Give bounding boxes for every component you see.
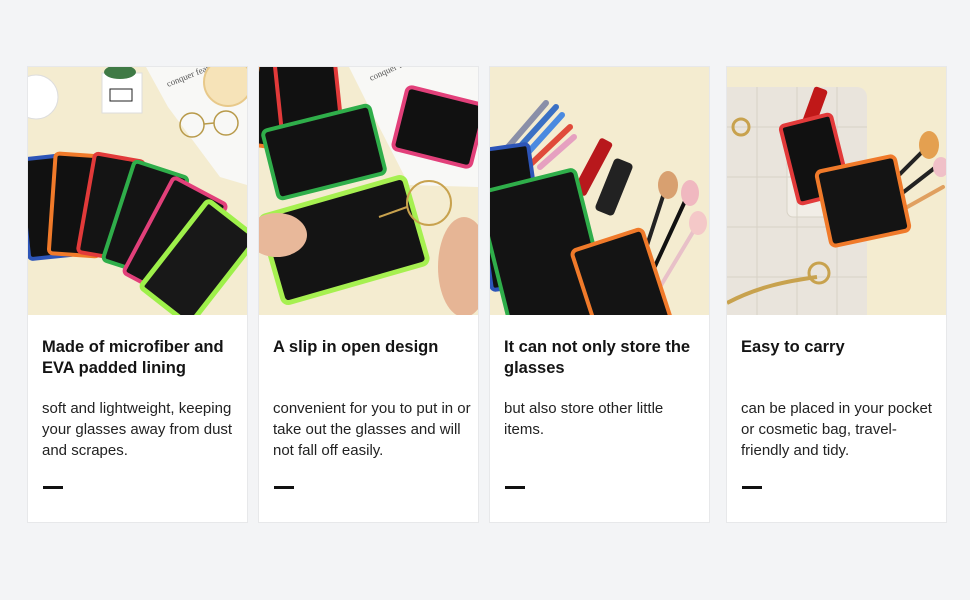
- card-title: It can not only store the glasses: [504, 338, 691, 377]
- feature-card-storage: It can not only store the glasses but al…: [490, 67, 709, 522]
- feature-card-portable: Easy to carry can be placed in your pock…: [727, 67, 946, 522]
- card-divider: [505, 486, 525, 489]
- card-title: A slip in open design: [273, 338, 439, 356]
- product-photo-pencils-cosmetics: [490, 67, 709, 315]
- card-description: convenient for you to put in or take out…: [273, 400, 471, 459]
- card-title: Easy to carry: [741, 338, 845, 356]
- product-photo-slip-in: conquer fears: [259, 67, 478, 315]
- card-description: but also store other little items.: [504, 400, 664, 438]
- feature-card-material: conquer fears Made of microfiber and EVA…: [28, 67, 247, 522]
- card-description: soft and lightweight, keeping your glass…: [42, 400, 233, 459]
- feature-card-open-design: conquer fears A slip in open design conv…: [259, 67, 478, 522]
- card-description: can be placed in your pocket or cosmetic…: [741, 400, 932, 459]
- card-divider: [43, 486, 63, 489]
- card-divider: [742, 486, 762, 489]
- product-photo-handbag: [727, 67, 946, 315]
- card-divider: [274, 486, 294, 489]
- card-title: Made of microfiber and EVA padded lining: [42, 338, 224, 377]
- product-photo-sleeves-row: conquer fears: [28, 67, 247, 315]
